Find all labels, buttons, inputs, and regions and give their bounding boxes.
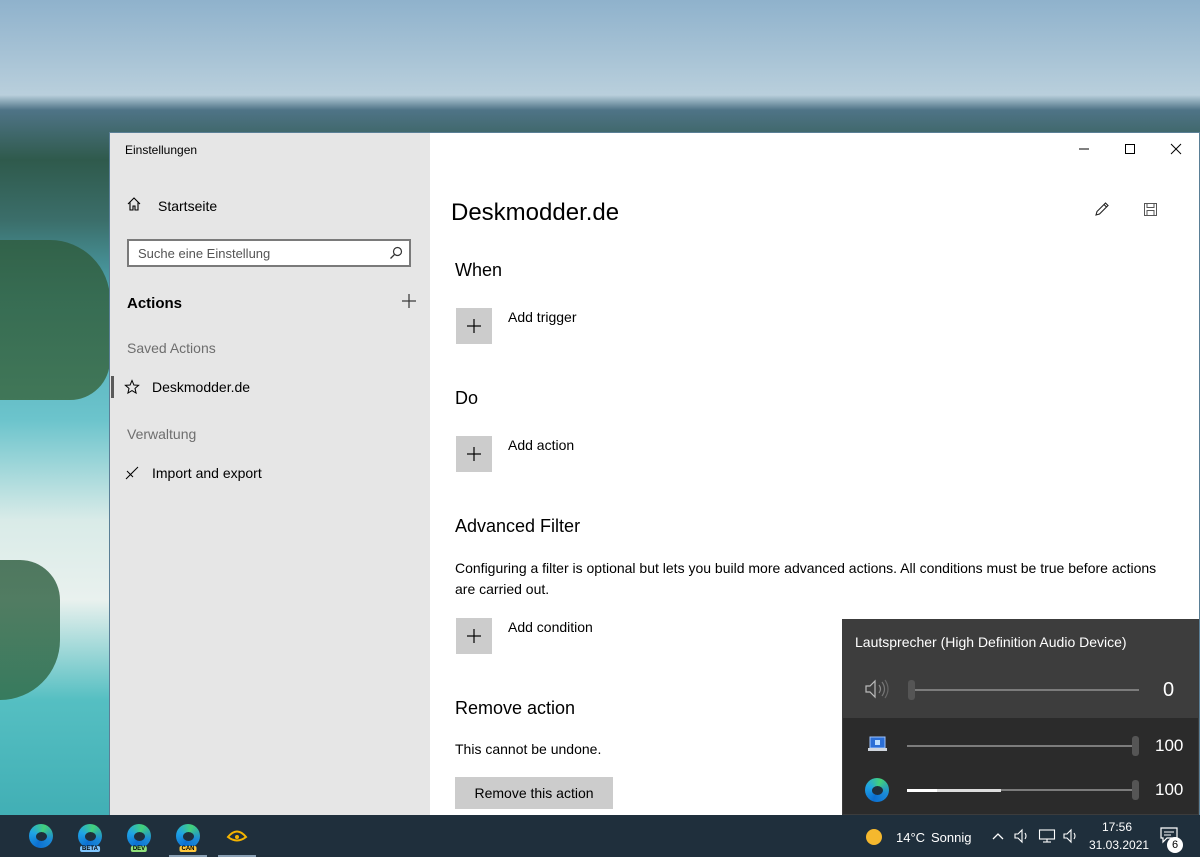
master-volume-thumb[interactable] [908, 680, 915, 700]
app-volume-row-edge: 100 [843, 770, 1198, 810]
home-icon [126, 196, 142, 217]
app-volume-track[interactable] [907, 745, 1137, 747]
notification-count-badge: 6 [1167, 837, 1183, 853]
edge-beta-badge: BETA [80, 846, 100, 852]
edge-icon [29, 824, 53, 848]
taskbar: BETA DEV CAN 14°C Sonnig 17:56 31.03.202… [0, 815, 1200, 857]
group-label-verwaltung: Verwaltung [127, 426, 197, 442]
add-action-button[interactable] [401, 293, 417, 314]
plus-icon [467, 319, 481, 333]
taskbar-app-edge-beta[interactable]: BETA [67, 815, 113, 857]
speaker-muted-icon[interactable] [863, 678, 891, 705]
advanced-filter-heading: Advanced Filter [455, 516, 581, 536]
search-box[interactable] [127, 239, 411, 267]
taskbar-app-edge-canary[interactable]: CAN [165, 815, 211, 857]
remove-action-heading: Remove action [455, 698, 576, 718]
remove-action-button[interactable]: Remove this action [455, 777, 613, 809]
plus-icon [467, 629, 481, 643]
weather-temperature[interactable]: 14°C [896, 830, 925, 845]
actions-section-header: Actions [127, 293, 417, 314]
sidebar: Einstellungen Startseite Actions Saved A… [110, 133, 430, 815]
page-title: Deskmodder.de [451, 199, 620, 226]
pencil-icon [1095, 202, 1109, 216]
when-heading: When [455, 260, 503, 280]
taskbar-app-deskmodder[interactable] [214, 815, 260, 857]
selection-indicator [111, 462, 114, 484]
add-trigger-label: Add trigger [508, 309, 577, 325]
speaker-tray-icon[interactable] [1062, 828, 1080, 849]
add-condition-row[interactable]: Add condition [456, 618, 593, 654]
master-volume-track[interactable] [911, 689, 1139, 691]
app-volume-thumb[interactable] [1132, 780, 1139, 800]
weather-sun-icon[interactable] [865, 828, 883, 851]
deskmodder-app-icon [226, 830, 248, 842]
add-action-label: Add action [508, 437, 575, 453]
sidebar-item-deskmodder[interactable]: Deskmodder.de [110, 372, 430, 402]
edge-beta-icon [78, 824, 102, 848]
sidebar-item-import-export[interactable]: Import and export [110, 458, 430, 488]
save-button[interactable] [1136, 195, 1164, 223]
chevron-up-icon[interactable] [991, 829, 1005, 847]
clock-date[interactable]: 31.03.2021 [1089, 838, 1149, 852]
app-volume-value: 100 [1155, 780, 1184, 799]
home-nav-item[interactable]: Startseite [126, 195, 416, 217]
master-volume-row: 0 [843, 672, 1198, 712]
weather-condition[interactable]: Sonnig [931, 830, 971, 845]
taskbar-app-edge[interactable] [18, 815, 64, 857]
app-volume-row-system: 100 [843, 726, 1198, 766]
selection-indicator [111, 376, 114, 398]
add-trigger-row[interactable]: Add trigger [456, 308, 576, 344]
edge-canary-icon [176, 824, 200, 848]
app-volume-value: 100 [1155, 736, 1184, 755]
edge-dev-icon [127, 824, 151, 848]
network-icon[interactable] [1038, 828, 1056, 849]
home-label: Startseite [158, 198, 218, 214]
actions-heading: Actions [127, 295, 183, 312]
master-volume-value: 0 [1163, 679, 1175, 701]
rename-button[interactable] [1088, 195, 1116, 223]
sidebar-item-label: Import and export [152, 465, 262, 481]
edge-dev-badge: DEV [130, 846, 148, 852]
wallpaper-island [0, 240, 110, 400]
audio-peak-meter-hi [907, 789, 937, 792]
do-heading: Do [455, 388, 479, 408]
filter-description: Configuring a filter is optional but let… [455, 560, 1157, 597]
window-title: Einstellungen [125, 143, 198, 157]
add-action-step-button[interactable] [456, 436, 492, 472]
add-action-row[interactable]: Add action [456, 436, 574, 472]
search-icon[interactable] [383, 246, 409, 260]
star-icon [122, 379, 142, 395]
sidebar-item-label: Deskmodder.de [152, 379, 251, 395]
search-input[interactable] [129, 244, 383, 262]
edge-icon[interactable] [865, 778, 889, 802]
audio-device-name[interactable]: Lautsprecher (High Definition Audio Devi… [855, 634, 1127, 650]
app-volume-thumb[interactable] [1132, 736, 1139, 756]
volume-flyout: Lautsprecher (High Definition Audio Devi… [842, 619, 1199, 815]
volume-tray-icon[interactable] [1013, 828, 1031, 849]
add-condition-label: Add condition [508, 619, 593, 635]
system-sounds-icon[interactable] [867, 734, 889, 759]
clock-time[interactable]: 17:56 [1102, 820, 1132, 834]
add-trigger-button[interactable] [456, 308, 492, 344]
edge-canary-badge: CAN [179, 846, 197, 852]
taskbar-app-edge-dev[interactable]: DEV [116, 815, 162, 857]
import-export-icon [122, 465, 142, 481]
save-icon [1143, 202, 1157, 216]
add-condition-button[interactable] [456, 618, 492, 654]
group-label-saved-actions: Saved Actions [127, 340, 216, 356]
remove-warning: This cannot be undone. [455, 741, 602, 757]
plus-icon [467, 447, 481, 461]
